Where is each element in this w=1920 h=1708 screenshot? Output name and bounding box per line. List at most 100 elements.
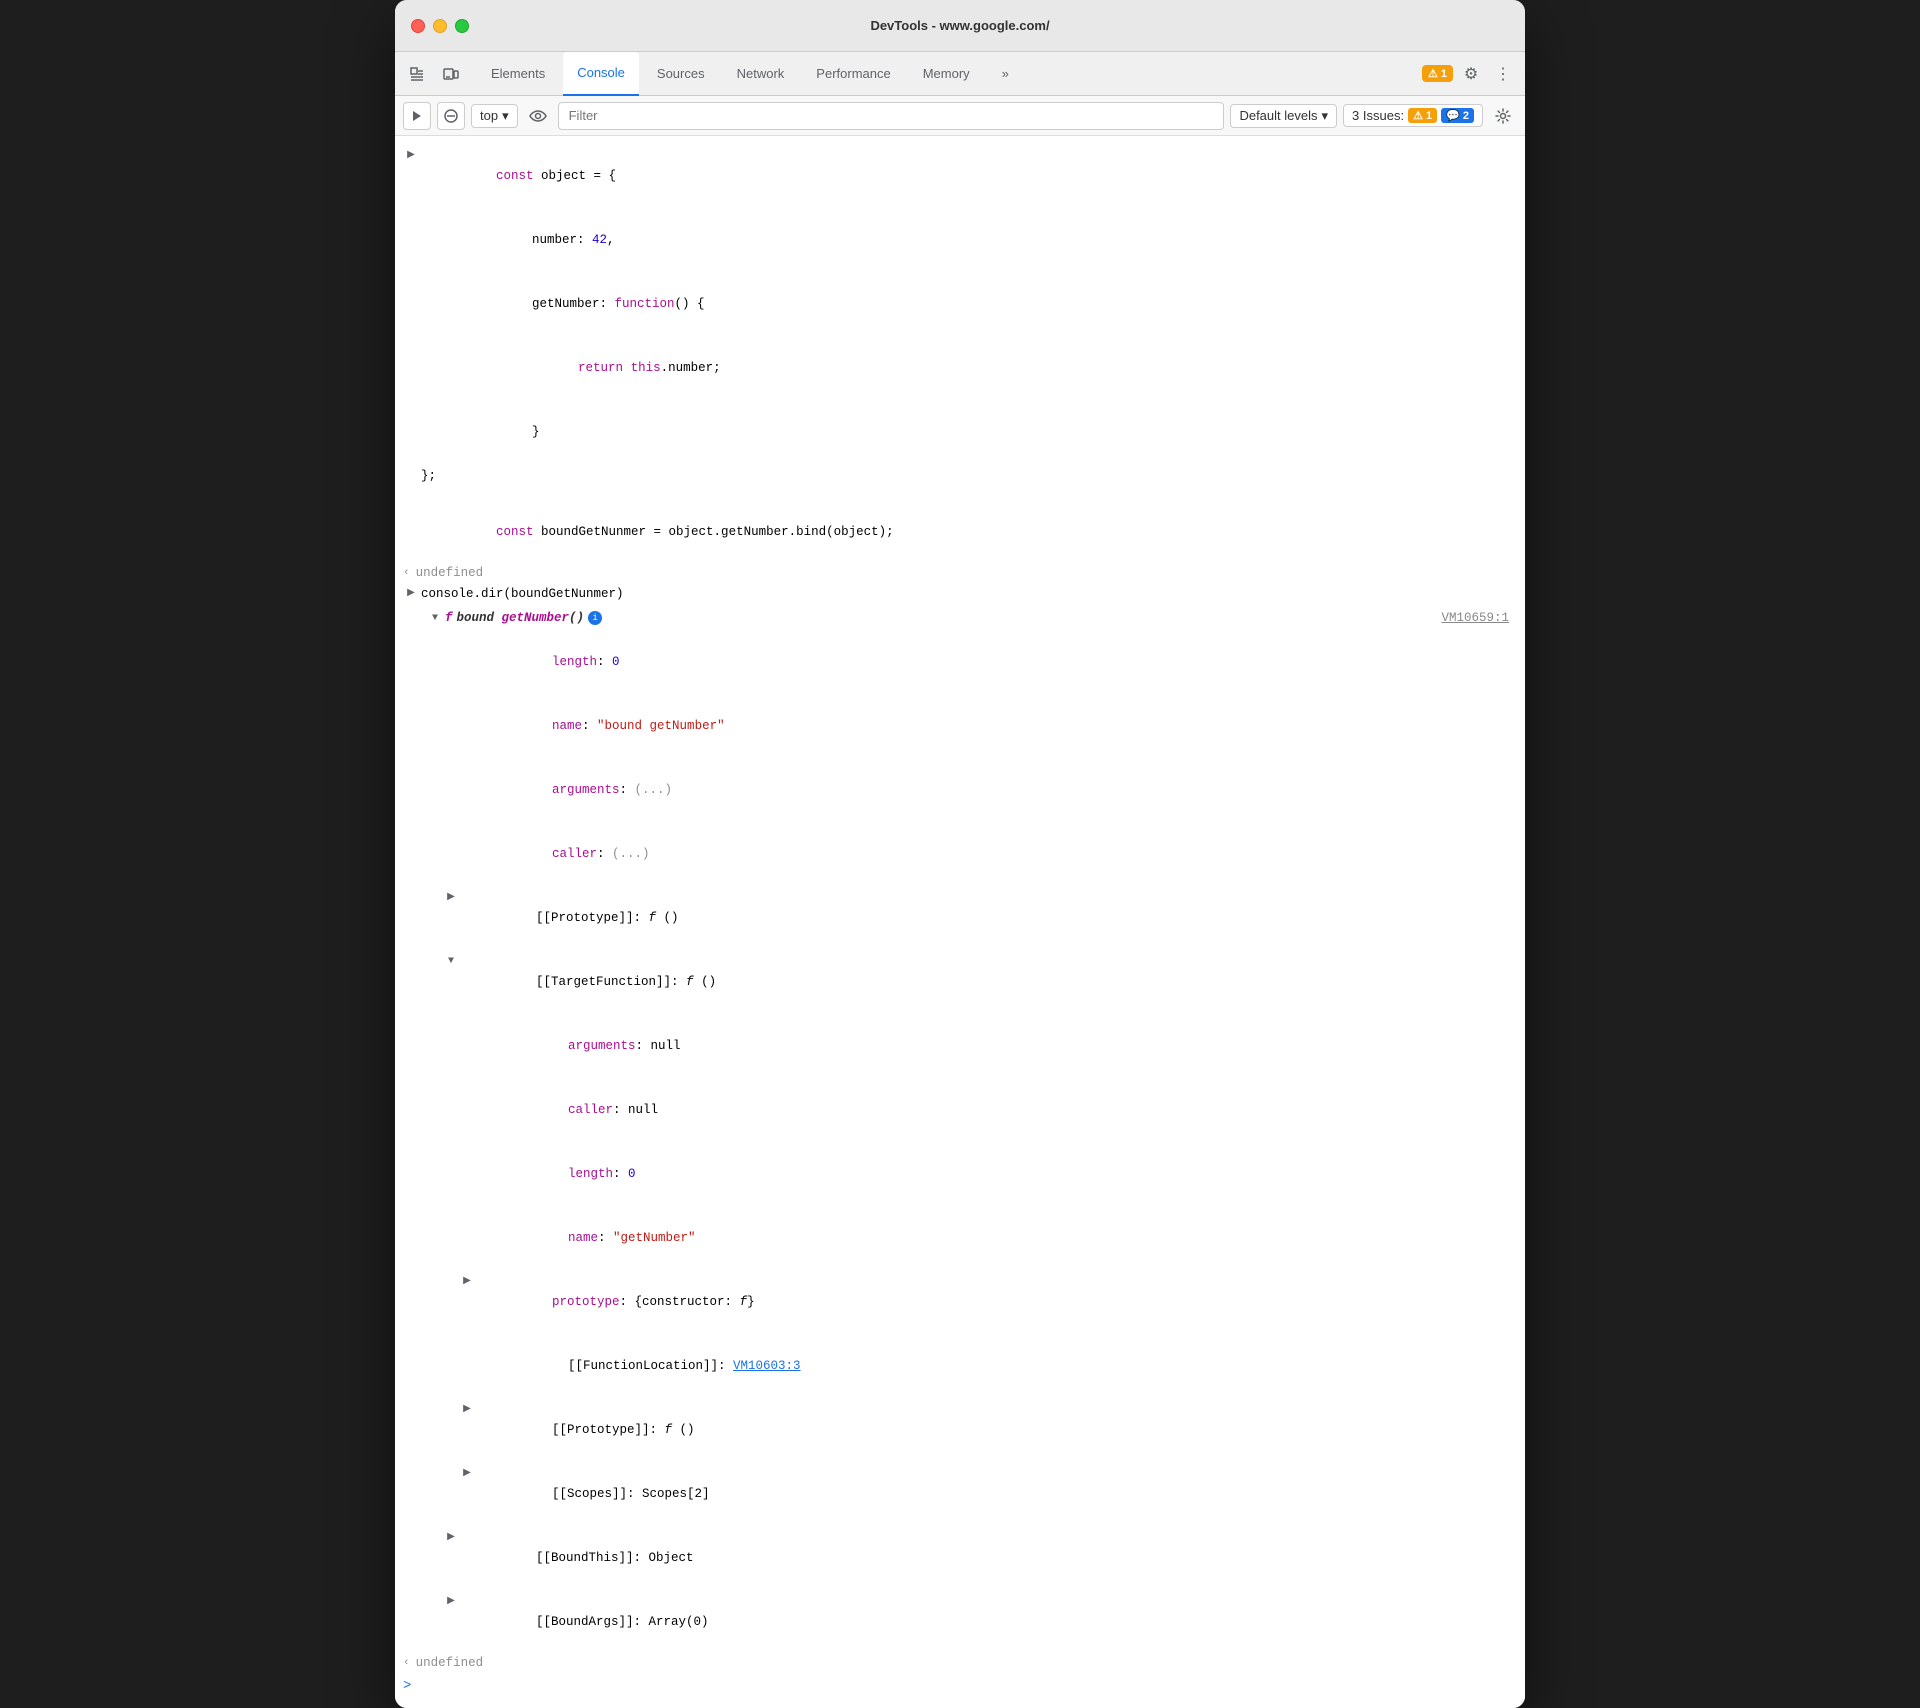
- code-line: length: 0: [493, 1144, 1517, 1204]
- tab-performance[interactable]: Performance: [802, 52, 904, 96]
- code-line: const boundGetNunmer = object.getNumber.…: [421, 502, 1517, 562]
- expand-arrow[interactable]: [443, 952, 459, 970]
- titlebar: DevTools - www.google.com/: [395, 0, 1525, 52]
- code-line: name: "getNumber": [493, 1208, 1517, 1268]
- code-line: caller: (...): [477, 824, 1517, 884]
- tab-memory[interactable]: Memory: [909, 52, 984, 96]
- code-line: [[FunctionLocation]]: VM10603:3: [493, 1336, 1509, 1396]
- expand-arrow[interactable]: [459, 1400, 475, 1418]
- tab-bar: Elements Console Sources Network Perform…: [395, 52, 1525, 96]
- minimize-button[interactable]: [433, 19, 447, 33]
- code-line: name: "bound getNumber": [477, 696, 1517, 756]
- table-row: length: 0: [395, 630, 1525, 694]
- issues-badge[interactable]: 3 Issues: ⚠ 1 💬 2: [1343, 104, 1483, 127]
- window-title: DevTools - www.google.com/: [870, 18, 1049, 33]
- settings-icon[interactable]: ⚙: [1457, 60, 1485, 88]
- table-row: f bound getNumber() i VM10659:1: [395, 606, 1525, 630]
- vm-link-1[interactable]: VM10659:1: [1441, 608, 1509, 628]
- inspect-element-icon[interactable]: [403, 60, 431, 88]
- expand-arrow[interactable]: [403, 584, 419, 602]
- code-line: number: 42,: [427, 210, 1517, 270]
- maximize-button[interactable]: [455, 19, 469, 33]
- table-row: }: [395, 400, 1525, 464]
- code-line: arguments: null: [493, 1016, 1517, 1076]
- table-row: const object = {: [395, 144, 1525, 208]
- tab-elements[interactable]: Elements: [477, 52, 559, 96]
- undefined-text: undefined: [416, 566, 484, 580]
- info-icon[interactable]: i: [588, 611, 602, 625]
- table-row: prototype: {constructor: f}: [395, 1270, 1525, 1334]
- tab-console[interactable]: Console: [563, 52, 639, 96]
- close-button[interactable]: [411, 19, 425, 33]
- table-row: name: "bound getNumber": [395, 694, 1525, 758]
- expand-arrow[interactable]: [443, 888, 459, 906]
- live-expressions-button[interactable]: [524, 102, 552, 130]
- clear-console-button[interactable]: [437, 102, 465, 130]
- vm-link-2[interactable]: VM10603:3: [733, 1359, 801, 1373]
- devtools-panel: Elements Console Sources Network Perform…: [395, 52, 1525, 1708]
- traffic-lights: [411, 19, 469, 33]
- context-selector[interactable]: top ▾: [471, 104, 518, 128]
- devtools-window: DevTools - www.google.com/: [395, 0, 1525, 1708]
- code-line: [[BoundArgs]]: Array(0): [461, 1592, 1517, 1652]
- default-levels-dropdown[interactable]: Default levels ▾: [1230, 104, 1337, 128]
- table-row: [[Scopes]]: Scopes[2]: [395, 1462, 1525, 1526]
- code-line: const object = {: [421, 146, 1517, 206]
- chevron-down-icon: ▾: [502, 108, 509, 124]
- table-row: [[BoundThis]]: Object: [395, 1526, 1525, 1590]
- console-toolbar: top ▾ Default levels ▾ 3 Issues: ⚠ 1: [395, 96, 1525, 136]
- table-row: };: [395, 464, 1525, 488]
- console-area[interactable]: const object = { number: 42, getNumber: …: [395, 136, 1525, 1708]
- list-item: ‹ undefined: [395, 1654, 1525, 1672]
- code-line: };: [421, 466, 1517, 486]
- tab-sources[interactable]: Sources: [643, 52, 719, 96]
- table-row: return this.number;: [395, 336, 1525, 400]
- more-options-icon[interactable]: ⋮: [1489, 60, 1517, 88]
- warning-badge[interactable]: ⚠ 1: [1422, 65, 1453, 82]
- expand-arrow[interactable]: [459, 1464, 475, 1482]
- expand-arrow[interactable]: [443, 1528, 459, 1546]
- tab-network[interactable]: Network: [723, 52, 799, 96]
- table-row: caller: null: [395, 1078, 1525, 1142]
- table-row: console.dir(boundGetNunmer): [395, 582, 1525, 606]
- code-line: [[Scopes]]: Scopes[2]: [477, 1464, 1517, 1524]
- code-line: [[Prototype]]: f (): [477, 1400, 1517, 1460]
- code-line: [[TargetFunction]]: f (): [461, 952, 1517, 1012]
- expand-arrow[interactable]: [427, 609, 443, 627]
- warning-icon: ⚠: [1428, 67, 1438, 80]
- code-line: console.dir(boundGetNunmer): [421, 584, 1517, 604]
- tab-more[interactable]: »: [988, 52, 1023, 96]
- expand-arrow[interactable]: [403, 146, 419, 164]
- code-line: prototype: {constructor: f}: [477, 1272, 1517, 1332]
- table-row: [[TargetFunction]]: f (): [395, 950, 1525, 1014]
- tab-bar-icons: [403, 60, 465, 88]
- table-row: getNumber: function() {: [395, 272, 1525, 336]
- run-script-button[interactable]: [403, 102, 431, 130]
- console-prompt[interactable]: >: [395, 1672, 1525, 1700]
- code-line: caller: null: [493, 1080, 1517, 1140]
- code-line: getNumber: function() {: [427, 274, 1517, 334]
- filter-input[interactable]: [558, 102, 1225, 130]
- table-row: caller: (...): [395, 822, 1525, 886]
- device-toolbar-icon[interactable]: [437, 60, 465, 88]
- table-row: length: 0: [395, 1142, 1525, 1206]
- expand-arrow[interactable]: [459, 1272, 475, 1290]
- table-row: [[FunctionLocation]]: VM10603:3: [395, 1334, 1525, 1398]
- table-row: [[BoundArgs]]: Array(0): [395, 1590, 1525, 1654]
- code-line: length: 0: [477, 632, 1517, 692]
- chevron-down-icon: ▾: [1322, 108, 1329, 124]
- info-count-badge: 💬 2: [1441, 108, 1474, 123]
- expand-arrow[interactable]: [443, 1592, 459, 1610]
- table-row: const boundGetNunmer = object.getNumber.…: [395, 500, 1525, 564]
- warning-count-badge: ⚠ 1: [1408, 108, 1437, 123]
- table-row: name: "getNumber": [395, 1206, 1525, 1270]
- code-line: }: [427, 402, 1517, 462]
- tab-right-icons: ⚠ 1 ⚙ ⋮: [1422, 60, 1517, 88]
- code-line: [[BoundThis]]: Object: [461, 1528, 1517, 1588]
- console-settings-icon[interactable]: [1489, 102, 1517, 130]
- table-row: number: 42,: [395, 208, 1525, 272]
- code-line: [[Prototype]]: f (): [461, 888, 1517, 948]
- table-row: [[Prototype]]: f (): [395, 1398, 1525, 1462]
- code-line: arguments: (...): [477, 760, 1517, 820]
- table-row: arguments: null: [395, 1014, 1525, 1078]
